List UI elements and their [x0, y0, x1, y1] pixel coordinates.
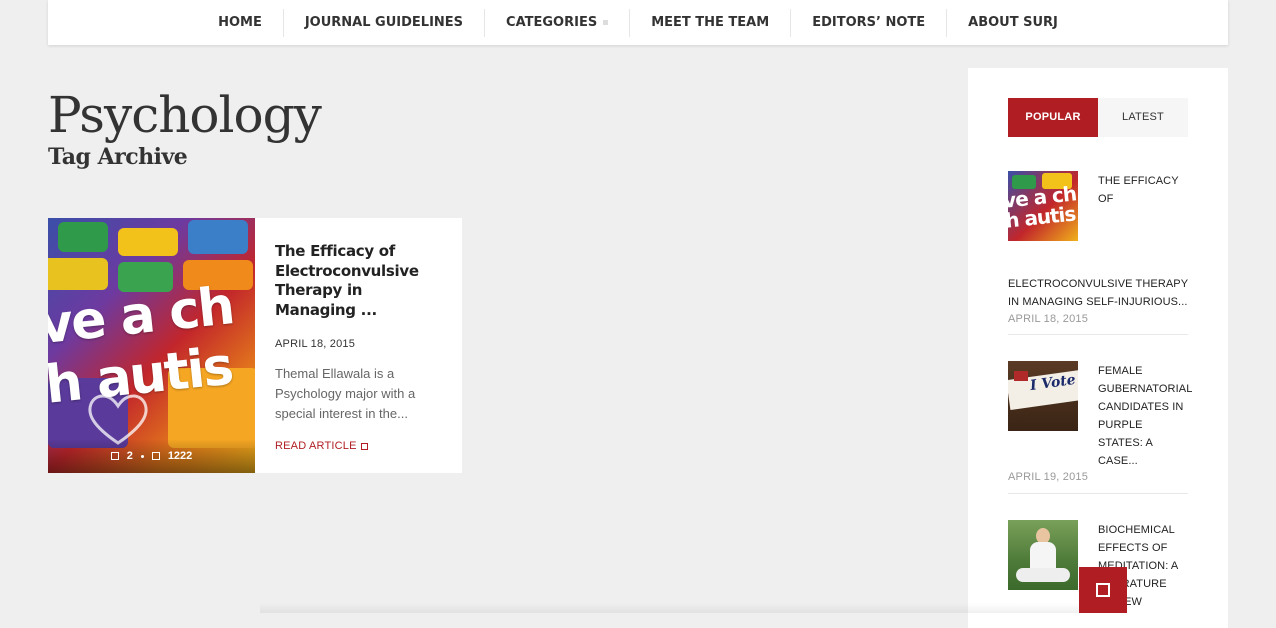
article-stats: 2 1222	[48, 439, 255, 473]
views-icon	[151, 452, 160, 460]
sidebar-post-date: APRIL 19, 2015	[1008, 471, 1089, 483]
tab-latest[interactable]: LATEST	[1098, 98, 1188, 137]
comment-count: 2	[126, 450, 133, 462]
view-count: 1222	[167, 450, 193, 462]
nav-item-categories-label: CATEGORIES	[506, 14, 598, 30]
article-date: APRIL 18, 2015	[275, 338, 356, 350]
nav-item-about-surj[interactable]: ABOUT SURJ	[947, 9, 1079, 37]
nav-item-meet-the-team[interactable]: MEET THE TEAM	[630, 8, 792, 37]
read-article-link[interactable]: READ ARTICLE	[275, 440, 368, 452]
nav-item-editors-note[interactable]: EDITORS’ NOTE	[791, 8, 948, 37]
sidebar-post-title-part2[interactable]: ELECTROCONVULSIVE THERAPY IN MANAGING SE…	[1008, 275, 1188, 311]
sidebar: POPULAR LATEST ve a ch h autis THE EFFICA…	[968, 68, 1228, 628]
main-nav: HOME JOURNAL GUIDELINES CATEGORIES MEET …	[48, 0, 1228, 45]
sidebar-post-thumbnail[interactable]	[1008, 520, 1078, 590]
article-thumbnail[interactable]: ve a ch h autis 2 1222	[48, 218, 255, 473]
sidebar-post-thumbnail[interactable]: ve a ch h autis	[1008, 171, 1078, 241]
floating-action-button[interactable]	[1079, 567, 1127, 613]
sidebar-post-title[interactable]: FEMALE GUBERNATORIAL CANDIDATES IN PURPL…	[1098, 361, 1192, 470]
arrow-icon	[360, 442, 368, 450]
nav-item-journal-guidelines[interactable]: JOURNAL GUIDELINES	[284, 8, 486, 37]
square-icon	[1096, 583, 1110, 597]
article-body: The Efficacy of Electroconvulsive Therap…	[275, 242, 445, 454]
bottom-shadow	[260, 603, 1080, 613]
comment-icon	[110, 452, 119, 460]
sidebar-post[interactable]: I Vote FEMALE GUBERNATORIAL CANDIDATES I…	[1008, 361, 1192, 483]
nav-item-home[interactable]: HOME	[197, 8, 284, 37]
separator-dot	[140, 454, 144, 458]
page-title: Psychology	[48, 86, 322, 144]
article-title[interactable]: The Efficacy of Electroconvulsive Therap…	[275, 242, 445, 320]
sidebar-post-thumbnail[interactable]: I Vote	[1008, 361, 1078, 431]
read-article-label: READ ARTICLE	[275, 440, 357, 452]
page-subtitle: Tag Archive	[48, 144, 188, 170]
sidebar-post[interactable]: ve a ch h autis THE EFFICACY OF ELECTROCO…	[1008, 171, 1188, 325]
nav-item-categories[interactable]: CATEGORIES	[485, 8, 631, 37]
tab-popular[interactable]: POPULAR	[1008, 98, 1098, 137]
dropdown-indicator-icon	[603, 19, 609, 25]
divider	[1008, 493, 1188, 494]
article-excerpt: Themal Ellawala is a Psychology major wi…	[275, 366, 416, 421]
divider	[1008, 334, 1188, 335]
sidebar-post-title-part1[interactable]: THE EFFICACY OF	[1098, 171, 1190, 208]
sidebar-post-date: APRIL 18, 2015	[1008, 313, 1089, 325]
article-card: ve a ch h autis 2 1222 The Efficacy of El…	[48, 218, 462, 473]
sidebar-tabs: POPULAR LATEST	[1008, 98, 1188, 137]
